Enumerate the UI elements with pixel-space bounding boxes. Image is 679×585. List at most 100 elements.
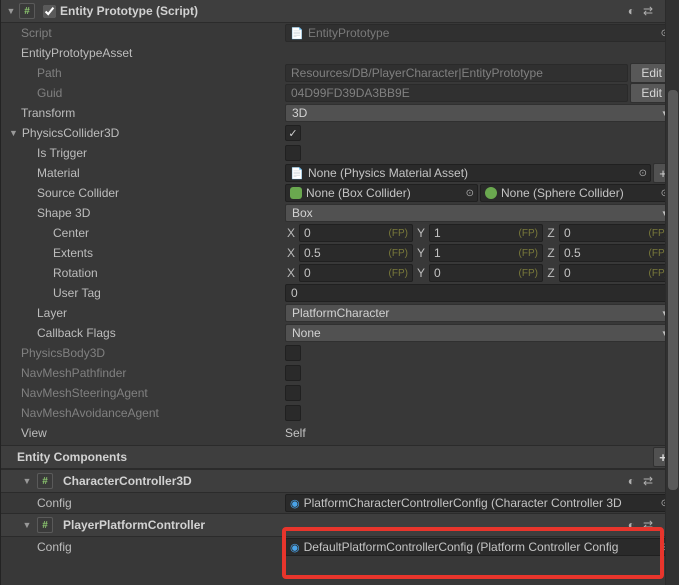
transform-dropdown[interactable]: 3D bbox=[285, 104, 673, 122]
center-y[interactable]: 1(FP) bbox=[429, 224, 543, 242]
preset-icon[interactable]: ⇄ bbox=[643, 4, 653, 18]
center-label: Center bbox=[1, 226, 285, 240]
script-label: Script bbox=[1, 26, 285, 40]
view-value: Self bbox=[285, 426, 306, 440]
shape-dropdown[interactable]: Box bbox=[285, 204, 673, 222]
physics-body-label: PhysicsBody3D bbox=[1, 346, 285, 360]
box-collider-icon bbox=[290, 187, 302, 199]
x-label: X bbox=[285, 246, 297, 260]
component-title: Entity Prototype (Script) bbox=[60, 4, 628, 18]
enable-checkbox[interactable] bbox=[43, 5, 56, 18]
scrollbar-thumb[interactable] bbox=[668, 90, 678, 490]
rotation-x[interactable]: 0(FP) bbox=[299, 264, 413, 282]
view-row: View Self bbox=[1, 423, 679, 443]
extents-y[interactable]: 1(FP) bbox=[429, 244, 543, 262]
help-icon[interactable]: ◐ bbox=[628, 4, 635, 18]
shape-row: Shape 3D Box bbox=[1, 203, 679, 223]
physics-collider-checkbox[interactable]: ✓ bbox=[285, 125, 301, 141]
is-trigger-row: Is Trigger bbox=[1, 143, 679, 163]
y-label: Y bbox=[415, 246, 427, 260]
ppc-config-row: Config ◉ DefaultPlatformControllerConfig… bbox=[1, 537, 679, 557]
navmesh-pathfinder-checkbox[interactable] bbox=[285, 365, 301, 381]
asset-icon: ◉ bbox=[290, 497, 300, 510]
material-value: None (Physics Material Asset) bbox=[308, 166, 468, 180]
material-field[interactable]: 📄 None (Physics Material Asset) ⊙ bbox=[285, 164, 651, 182]
view-label: View bbox=[1, 426, 285, 440]
source-collider-label: Source Collider bbox=[1, 186, 285, 200]
sphere-collider-field[interactable]: None (Sphere Collider) ⊙ bbox=[480, 184, 673, 202]
center-z[interactable]: 0(FP) bbox=[559, 224, 673, 242]
preset-icon[interactable]: ⇄ bbox=[643, 474, 653, 488]
x-label: X bbox=[285, 266, 297, 280]
chevron-down-icon[interactable]: ▼ bbox=[21, 476, 33, 486]
chevron-down-icon[interactable]: ▼ bbox=[9, 128, 18, 138]
guid-label: Guid bbox=[1, 86, 285, 100]
extents-x[interactable]: 0.5(FP) bbox=[299, 244, 413, 262]
physics-collider-label: PhysicsCollider3D bbox=[22, 126, 119, 140]
user-tag-input[interactable]: 0 bbox=[285, 284, 673, 302]
ppc-config-field[interactable]: ◉ DefaultPlatformControllerConfig (Platf… bbox=[285, 538, 673, 556]
z-label: Z bbox=[545, 266, 557, 280]
is-trigger-checkbox[interactable] bbox=[285, 145, 301, 161]
asset-heading: EntityPrototypeAsset bbox=[1, 46, 285, 60]
asset-guid-row: Guid 04D99FD39DA3BB9E Edit bbox=[1, 83, 679, 103]
asset-icon: 📄 bbox=[290, 166, 304, 180]
component-header[interactable]: ▼ # Entity Prototype (Script) ◐ ⇄ ⋮ bbox=[1, 0, 679, 23]
user-tag-row: User Tag 0 bbox=[1, 283, 679, 303]
extents-row: Extents X 0.5(FP) Y 1(FP) Z 0.5(FP) bbox=[1, 243, 679, 263]
asset-label-row: EntityPrototypeAsset bbox=[1, 43, 679, 63]
entity-components-label: Entity Components bbox=[17, 450, 127, 464]
navmesh-avoidance-checkbox[interactable] bbox=[285, 405, 301, 421]
layer-dropdown[interactable]: PlatformCharacter bbox=[285, 304, 673, 322]
box-collider-field[interactable]: None (Box Collider) ⊙ bbox=[285, 184, 478, 202]
chevron-down-icon[interactable]: ▼ bbox=[21, 520, 33, 530]
shape-label: Shape 3D bbox=[1, 206, 285, 220]
z-label: Z bbox=[545, 226, 557, 240]
center-x[interactable]: 0(FP) bbox=[299, 224, 413, 242]
asset-icon: ◉ bbox=[290, 541, 300, 554]
help-icon[interactable]: ◐ bbox=[628, 518, 635, 532]
callback-dropdown[interactable]: None bbox=[285, 324, 673, 342]
path-value: Resources/DB/PlayerCharacter|EntityProto… bbox=[285, 64, 628, 82]
navmesh-steering-checkbox[interactable] bbox=[285, 385, 301, 401]
script-icon: # bbox=[19, 3, 35, 19]
z-label: Z bbox=[545, 246, 557, 260]
navmesh-pathfinder-row: NavMeshPathfinder bbox=[1, 363, 679, 383]
cc3d-config-row: Config ◉ PlatformCharacterControllerConf… bbox=[1, 493, 679, 513]
navmesh-steering-row: NavMeshSteeringAgent bbox=[1, 383, 679, 403]
physics-body-checkbox[interactable] bbox=[285, 345, 301, 361]
x-label: X bbox=[285, 226, 297, 240]
extents-z[interactable]: 0.5(FP) bbox=[559, 244, 673, 262]
help-icon[interactable]: ◐ bbox=[628, 474, 635, 488]
layer-label: Layer bbox=[1, 306, 285, 320]
y-label: Y bbox=[415, 226, 427, 240]
cc3d-config-field[interactable]: ◉ PlatformCharacterControllerConfig (Cha… bbox=[285, 494, 673, 512]
cc3d-config-label: Config bbox=[1, 496, 285, 510]
cc3d-title: CharacterController3D bbox=[63, 474, 624, 488]
sphere-collider-value: None (Sphere Collider) bbox=[501, 186, 624, 200]
inspector-panel: ▼ # Entity Prototype (Script) ◐ ⇄ ⋮ Scri… bbox=[0, 0, 679, 585]
transform-label: Transform bbox=[1, 106, 285, 120]
cc3d-header[interactable]: ▼ # CharacterController3D ◐ ⇄ ⋮ bbox=[1, 469, 679, 493]
center-row: Center X 0(FP) Y 1(FP) Z 0(FP) bbox=[1, 223, 679, 243]
vertical-scrollbar[interactable] bbox=[665, 0, 679, 585]
box-collider-value: None (Box Collider) bbox=[306, 186, 411, 200]
asset-path-row: Path Resources/DB/PlayerCharacter|Entity… bbox=[1, 63, 679, 83]
chevron-down-icon[interactable]: ▼ bbox=[5, 6, 17, 16]
y-label: Y bbox=[415, 266, 427, 280]
physics-collider-row[interactable]: ▼ PhysicsCollider3D ✓ bbox=[1, 123, 679, 143]
object-picker-icon[interactable]: ⊙ bbox=[639, 168, 647, 179]
path-label: Path bbox=[1, 66, 285, 80]
layer-row: Layer PlatformCharacter bbox=[1, 303, 679, 323]
object-picker-icon[interactable]: ⊙ bbox=[466, 188, 474, 199]
transform-row: Transform 3D bbox=[1, 103, 679, 123]
ppc-config-value: DefaultPlatformControllerConfig (Platfor… bbox=[304, 540, 619, 554]
ppc-header[interactable]: ▼ # PlayerPlatformController ◐ ⇄ ⋮ bbox=[1, 513, 679, 537]
rotation-z[interactable]: 0(FP) bbox=[559, 264, 673, 282]
navmesh-avoidance-label: NavMeshAvoidanceAgent bbox=[1, 406, 285, 420]
physics-body-row: PhysicsBody3D bbox=[1, 343, 679, 363]
rotation-row: Rotation X 0(FP) Y 0(FP) Z 0(FP) bbox=[1, 263, 679, 283]
rotation-y[interactable]: 0(FP) bbox=[429, 264, 543, 282]
script-field: 📄 EntityPrototype ⊙ bbox=[285, 24, 673, 42]
preset-icon[interactable]: ⇄ bbox=[643, 518, 653, 532]
